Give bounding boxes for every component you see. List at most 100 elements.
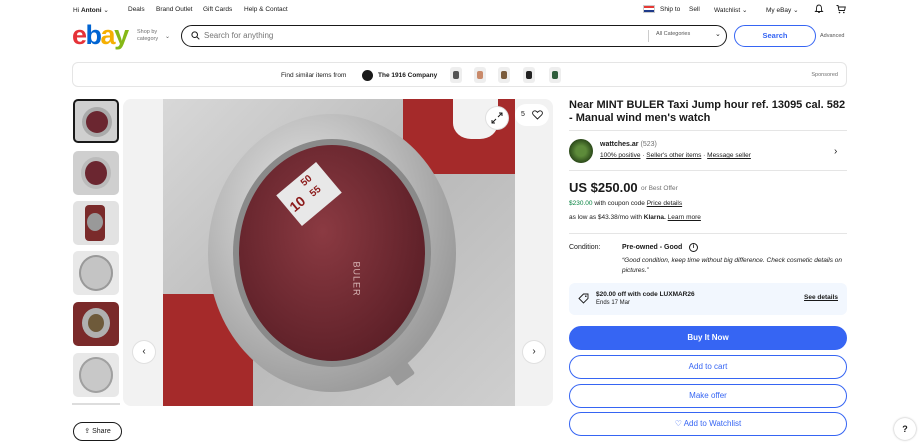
- condition-description: “Good condition, keep time without big d…: [622, 257, 843, 274]
- seller-other-items-link[interactable]: Seller's other items: [646, 152, 701, 159]
- minute-digit: 55: [307, 183, 324, 200]
- logo-letter-e: e: [72, 20, 87, 50]
- greeting-prefix: Hi: [73, 7, 80, 14]
- expand-button[interactable]: [486, 107, 508, 129]
- chevron-down-icon[interactable]: ⌄: [715, 30, 721, 38]
- banner-watch-thumb[interactable]: [498, 67, 510, 83]
- banner-watch-thumb[interactable]: [523, 67, 535, 83]
- promo-ends: Ends 17 Mar: [596, 300, 631, 306]
- logo-letter-b: b: [85, 20, 103, 50]
- thumbnail[interactable]: [73, 302, 119, 346]
- main-image-gallery[interactable]: 10 50 55 BULER 5 ‹ ›: [123, 99, 553, 406]
- watchlist-label: Watchlist: [714, 7, 741, 14]
- price: US $250.00: [569, 180, 638, 195]
- banner-watch-thumb[interactable]: [450, 67, 462, 83]
- seller-feedback-count: (523): [640, 141, 657, 148]
- promo-title: $20.00 off with code LUXMAR26: [596, 291, 695, 298]
- dial-brand: BULER: [351, 261, 362, 297]
- divider: [569, 130, 847, 131]
- thumbnail[interactable]: [73, 251, 119, 295]
- watch-count: 5: [521, 111, 525, 118]
- seller-name[interactable]: wattches.ar: [600, 141, 639, 148]
- product-image[interactable]: 10 50 55 BULER: [163, 99, 515, 406]
- previous-image-button[interactable]: ‹: [133, 341, 155, 363]
- klarna-line: as low as $43.38/mo with Klarna. Learn m…: [569, 214, 701, 221]
- shop-by-category[interactable]: Shop by category: [137, 29, 167, 43]
- price-details-link[interactable]: Price details: [647, 200, 682, 207]
- help-contact-link[interactable]: Help & Contact: [244, 6, 288, 13]
- positive-feedback-link[interactable]: 100% positive: [600, 152, 640, 159]
- chevron-left-icon: ‹: [142, 346, 146, 357]
- tag-icon: [578, 293, 589, 304]
- see-details-link[interactable]: See details: [804, 294, 838, 301]
- greeting[interactable]: Hi Antoni ⌄: [73, 6, 109, 14]
- cart-icon[interactable]: [836, 4, 846, 14]
- sponsored-banner[interactable]: Find similar items from The 1916 Company…: [72, 62, 847, 87]
- thumbnail-strip: [72, 99, 120, 405]
- buy-it-now-button[interactable]: Buy It Now: [569, 326, 847, 350]
- seller-links: 100% positive · Seller's other items · M…: [600, 152, 751, 159]
- my-ebay-label: My eBay: [766, 7, 792, 14]
- add-to-watchlist-button[interactable]: ♡ Add to Watchlist: [569, 412, 847, 436]
- banner-watch-thumb[interactable]: [549, 67, 561, 83]
- brand-outlet-link[interactable]: Brand Outlet: [156, 6, 193, 13]
- notification-bell-icon[interactable]: [814, 4, 824, 14]
- thumbnail[interactable]: [73, 99, 119, 143]
- message-seller-link[interactable]: Message seller: [707, 152, 751, 159]
- separator: ·: [703, 152, 706, 159]
- coupon-line: $230.00 with coupon code Price details: [569, 200, 682, 207]
- seller-avatar[interactable]: [569, 139, 593, 163]
- flag-icon[interactable]: [643, 5, 655, 13]
- make-offer-button[interactable]: Make offer: [569, 384, 847, 408]
- hour-digit: 10: [286, 192, 309, 215]
- chevron-right-icon[interactable]: ›: [834, 146, 837, 157]
- divider: [648, 30, 649, 42]
- chevron-down-icon: ⌄: [793, 7, 799, 14]
- ebay-logo[interactable]: ebay: [72, 20, 129, 50]
- next-image-button[interactable]: ›: [523, 341, 545, 363]
- coupon-text: with coupon code: [594, 200, 645, 207]
- search-input[interactable]: [204, 29, 644, 42]
- expand-icon: [491, 112, 503, 124]
- seller-info: wattches.ar (523): [600, 141, 657, 148]
- info-icon[interactable]: i: [689, 243, 698, 252]
- thumbnail[interactable]: [73, 353, 119, 397]
- heart-icon: [532, 110, 543, 120]
- my-ebay-link[interactable]: My eBay ⌄: [766, 6, 799, 14]
- chevron-down-icon: ⌄: [103, 7, 109, 14]
- condition-label: Condition:: [569, 244, 601, 251]
- thumbnail[interactable]: [73, 201, 119, 245]
- learn-more-link[interactable]: Learn more: [668, 214, 701, 221]
- search-bar: All Categories ⌄: [181, 25, 727, 47]
- sponsored-label: Sponsored: [811, 72, 838, 78]
- share-label: Share: [92, 428, 111, 435]
- condition-value: Pre-owned - Good: [622, 244, 683, 251]
- share-button[interactable]: ⇪ Share: [73, 422, 122, 441]
- promo-banner: $20.00 off with code LUXMAR26 Ends 17 Ma…: [569, 283, 847, 315]
- divider: [569, 170, 847, 171]
- find-similar-text: Find similar items from: [281, 72, 347, 79]
- user-name: Antoni: [80, 7, 102, 14]
- banner-watch-thumb[interactable]: [474, 67, 486, 83]
- divider: [569, 233, 847, 234]
- company-name[interactable]: The 1916 Company: [378, 72, 437, 79]
- deals-link[interactable]: Deals: [128, 6, 145, 13]
- best-offer-label: or Best Offer: [641, 185, 678, 192]
- category-select[interactable]: All Categories: [656, 31, 690, 37]
- add-to-cart-button[interactable]: Add to cart: [569, 355, 847, 379]
- logo-letter-a: a: [100, 20, 116, 50]
- help-button[interactable]: ?: [894, 418, 916, 440]
- thumbnail[interactable]: [73, 151, 119, 195]
- watchlist-link[interactable]: Watchlist ⌄: [714, 6, 747, 14]
- advanced-search-link[interactable]: Advanced: [820, 33, 844, 39]
- thumbnail-scroll-indicator[interactable]: [72, 403, 120, 405]
- watchers-button[interactable]: 5: [515, 104, 549, 126]
- ship-to-link[interactable]: Ship to: [660, 6, 680, 13]
- listing-title: Near MINT BULER Taxi Jump hour ref. 1309…: [569, 99, 846, 124]
- gift-cards-link[interactable]: Gift Cards: [203, 6, 232, 13]
- sell-link[interactable]: Sell: [689, 6, 700, 13]
- chevron-down-icon[interactable]: ⌄: [165, 33, 170, 40]
- search-button[interactable]: Search: [734, 25, 816, 47]
- klarna-text: as low as $43.38/mo with: [569, 214, 642, 221]
- separator: ·: [642, 152, 645, 159]
